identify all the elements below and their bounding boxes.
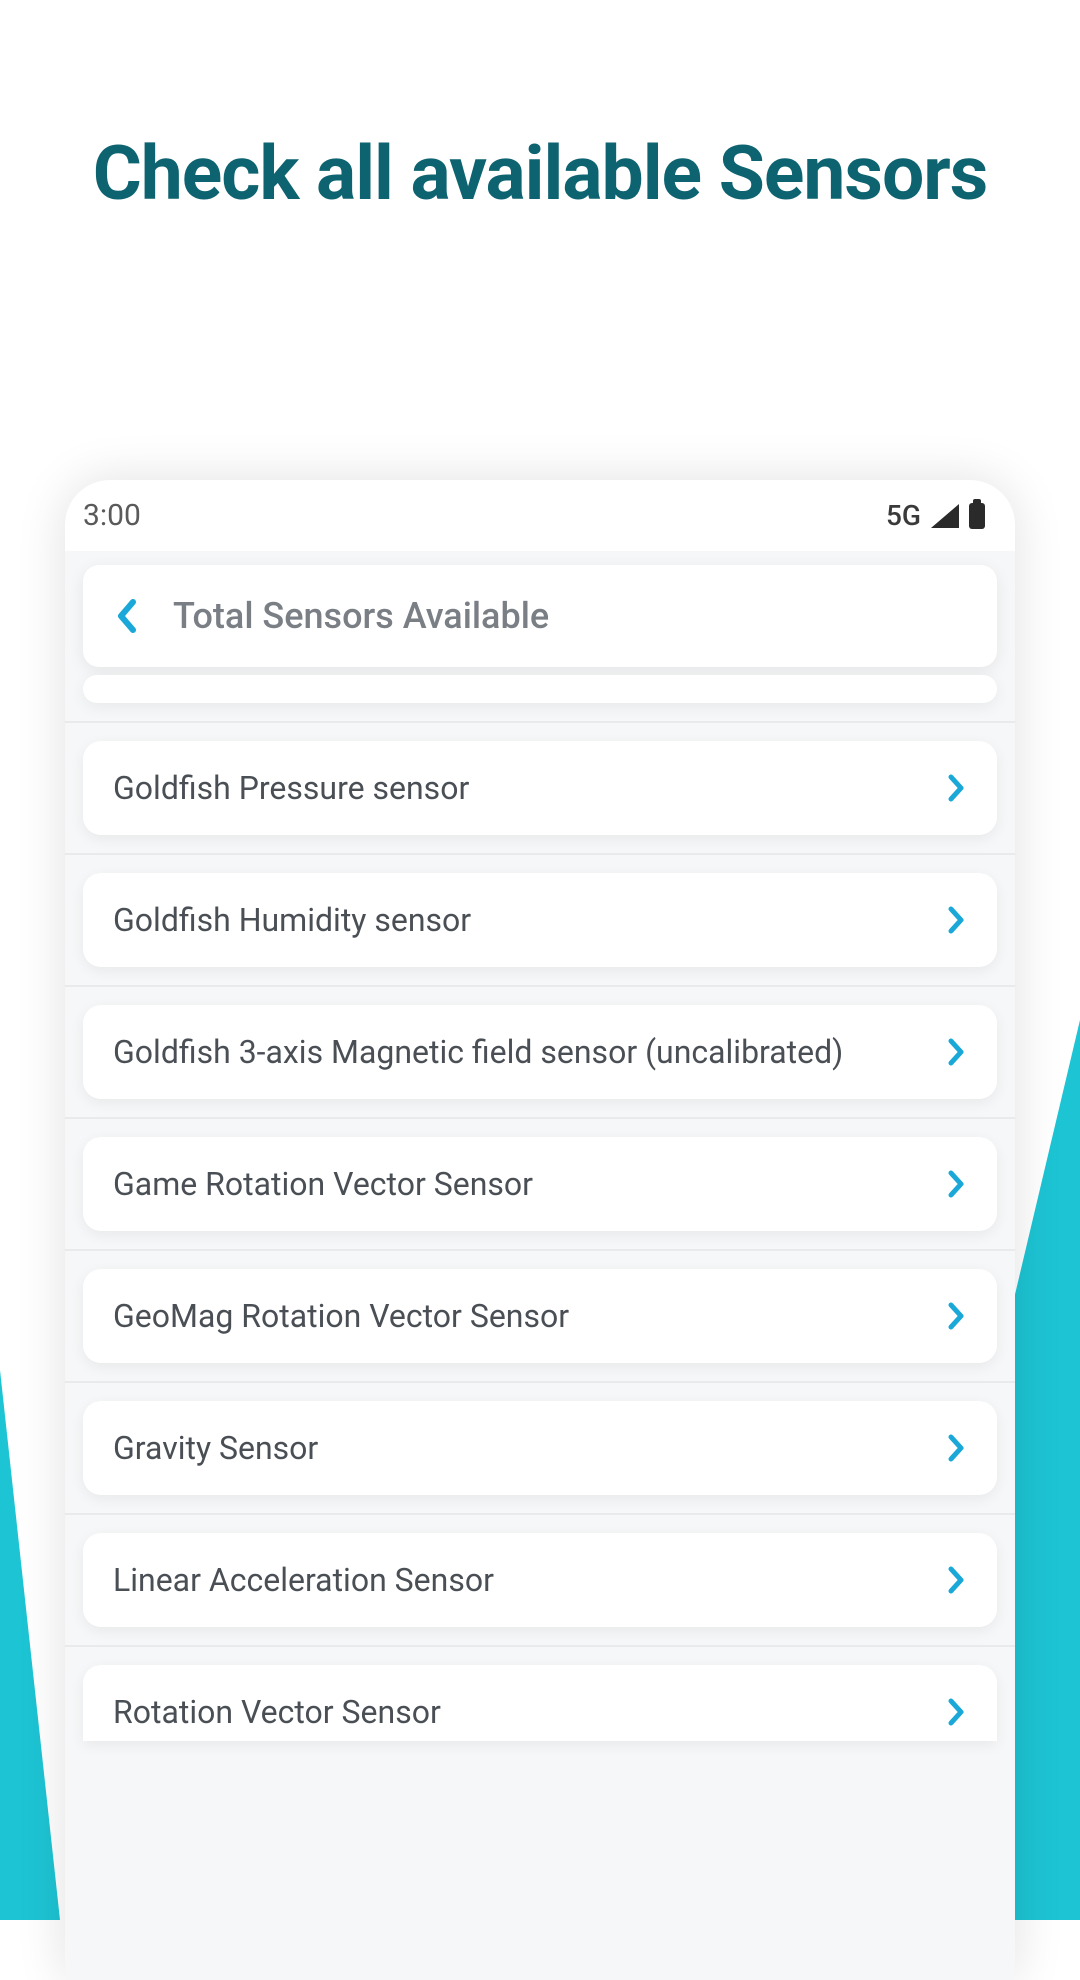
- phone-frame: 3:00 5G Total Sensors Available Goldf: [65, 480, 1015, 1980]
- sensor-label: GeoMag Rotation Vector Sensor: [113, 1297, 569, 1335]
- sensor-label: Game Rotation Vector Sensor: [113, 1165, 533, 1203]
- app-header-title: Total Sensors Available: [173, 595, 549, 637]
- chevron-right-icon: [947, 1037, 967, 1067]
- signal-icon: [931, 504, 959, 528]
- sensor-item-pressure[interactable]: Goldfish Pressure sensor: [83, 741, 997, 835]
- sensor-item-humidity[interactable]: Goldfish Humidity sensor: [83, 873, 997, 967]
- status-time: 3:00: [83, 498, 141, 533]
- sensor-item-gravity[interactable]: Gravity Sensor: [83, 1401, 997, 1495]
- sensor-item-magnetic[interactable]: Goldfish 3-axis Magnetic field sensor (u…: [83, 1005, 997, 1099]
- sensor-item-geomag-rotation[interactable]: GeoMag Rotation Vector Sensor: [83, 1269, 997, 1363]
- status-indicators: 5G: [886, 499, 985, 532]
- page-title: Check all available Sensors: [0, 0, 1080, 218]
- chevron-right-icon: [947, 773, 967, 803]
- sensor-label: Goldfish Humidity sensor: [113, 901, 471, 939]
- sensor-label: Linear Acceleration Sensor: [113, 1561, 494, 1599]
- battery-icon: [969, 503, 985, 529]
- sensor-list: Goldfish Pressure sensor Goldfish Humidi…: [83, 721, 997, 1759]
- chevron-right-icon: [947, 1565, 967, 1595]
- sensor-label: Gravity Sensor: [113, 1429, 318, 1467]
- sensor-label: Rotation Vector Sensor: [113, 1693, 441, 1731]
- sensor-label: Goldfish 3-axis Magnetic field sensor (u…: [113, 1033, 843, 1071]
- chevron-right-icon: [947, 1301, 967, 1331]
- decorative-triangle: [0, 1370, 60, 1920]
- back-button[interactable]: [107, 597, 145, 635]
- app-header: Total Sensors Available: [83, 565, 997, 667]
- sensor-item-rotation-vector[interactable]: Rotation Vector Sensor: [83, 1665, 997, 1741]
- network-label: 5G: [886, 499, 921, 532]
- sensor-item-partial-top: [83, 675, 997, 703]
- chevron-left-icon: [115, 598, 137, 634]
- app-content: Total Sensors Available Goldfish Pressur…: [65, 551, 1015, 1773]
- sensor-item-game-rotation[interactable]: Game Rotation Vector Sensor: [83, 1137, 997, 1231]
- sensor-item-linear-acceleration[interactable]: Linear Acceleration Sensor: [83, 1533, 997, 1627]
- chevron-right-icon: [947, 1433, 967, 1463]
- chevron-right-icon: [947, 905, 967, 935]
- status-bar: 3:00 5G: [65, 480, 1015, 551]
- chevron-right-icon: [947, 1169, 967, 1199]
- sensor-label: Goldfish Pressure sensor: [113, 769, 469, 807]
- chevron-right-icon: [947, 1697, 967, 1727]
